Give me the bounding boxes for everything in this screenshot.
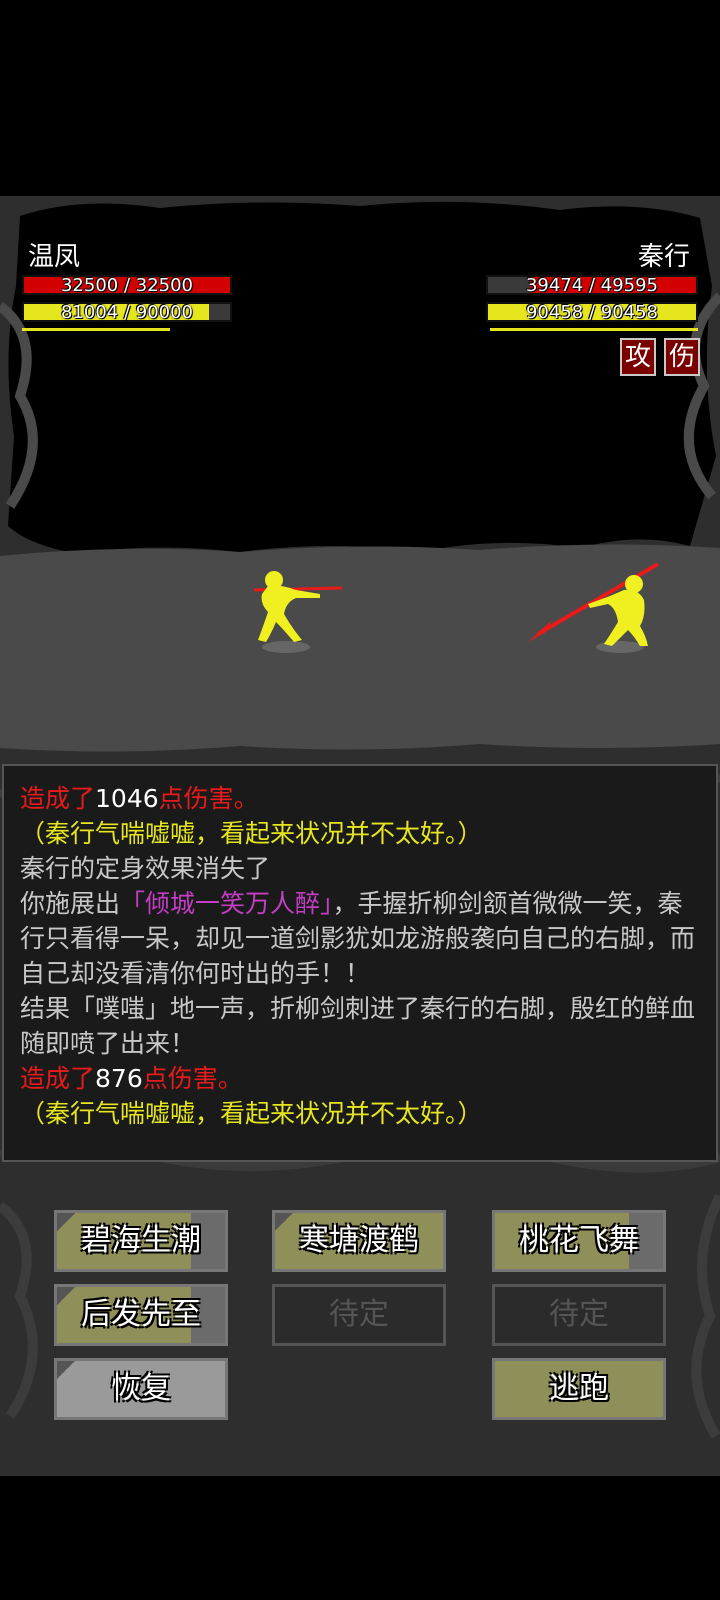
skill-label: 碧海生潮 [81, 1223, 201, 1258]
log-line: （秦行气喘嘘嘘，看起来状况并不太好。） [20, 819, 483, 848]
skill-button-houfa[interactable]: 后发先至 [54, 1284, 228, 1346]
skill-label: 待定 [549, 1297, 609, 1332]
log-line: 你施展出「倾城一笑万人醉」，手握折柳剑颔首微微一笑，秦行只看得一呆，却见一道剑影… [20, 889, 696, 988]
player-divider [22, 328, 170, 331]
skill-label: 寒塘渡鹤 [299, 1223, 419, 1258]
player-name: 温凤 [28, 242, 81, 272]
skill-slot-empty-1[interactable]: 待定 [272, 1284, 446, 1346]
top-black-area [0, 0, 720, 196]
battle-log-text: 造成了1046点伤害。 （秦行气喘嘘嘘，看起来状况并不太好。） 秦行的定身效果消… [20, 766, 700, 1131]
skill-slot-empty-2[interactable]: 待定 [492, 1284, 666, 1346]
skill-button-hantang[interactable]: 寒塘渡鹤 [272, 1210, 446, 1272]
recover-label: 恢复 [111, 1371, 171, 1406]
log-line: （秦行气喘嘘嘘，看起来状况并不太好。） [20, 1099, 483, 1128]
recover-button[interactable]: 恢复 [54, 1358, 228, 1420]
enemy-hp-text: 39474 / 49595 [525, 275, 659, 296]
log-line: 结果「噗嗤」地一声，折柳剑刺进了秦行的右脚，殷红的鲜血随即喷了出来！ [20, 994, 696, 1058]
enemy-mp-bar: 90458 / 90458 [486, 302, 698, 323]
battle-log[interactable]: 造成了1046点伤害。 （秦行气喘嘘嘘，看起来状况并不太好。） 秦行的定身效果消… [2, 764, 718, 1162]
skill-label: 桃花飞舞 [519, 1223, 639, 1258]
player-hp-text: 32500 / 32500 [60, 275, 194, 296]
status-tag-injury: 伤 [664, 338, 700, 376]
bottom-black-area [0, 1476, 720, 1600]
button-notch [57, 1213, 75, 1231]
player-hp-bar: 32500 / 32500 [22, 275, 232, 296]
enemy-sprite [528, 562, 660, 646]
enemy-hp-bar: 39474 / 49595 [486, 275, 698, 296]
log-line: 造成了1046点伤害。 [20, 784, 259, 813]
button-notch [275, 1213, 293, 1231]
flee-label: 逃跑 [549, 1371, 609, 1406]
status-tag-attack: 攻 [620, 338, 656, 376]
skill-button-taohua[interactable]: 桃花飞舞 [492, 1210, 666, 1272]
player-sprite [253, 571, 343, 642]
player-mp-bar: 81004 / 90000 [22, 302, 232, 323]
enemy-mp-text: 90458 / 90458 [525, 302, 659, 323]
player-mp-text: 81004 / 90000 [60, 302, 194, 323]
enemy-name: 秦行 [637, 242, 690, 272]
skill-label: 后发先至 [81, 1297, 201, 1332]
skill-button-bihai[interactable]: 碧海生潮 [54, 1210, 228, 1272]
button-notch [57, 1361, 75, 1379]
log-line [20, 766, 700, 781]
skill-label: 待定 [329, 1297, 389, 1332]
log-line: 秦行的定身效果消失了 [20, 854, 271, 883]
button-notch [57, 1287, 75, 1305]
flee-button[interactable]: 逃跑 [492, 1358, 666, 1420]
enemy-divider [490, 328, 698, 331]
log-line: 造成了876点伤害。 [20, 1064, 243, 1093]
